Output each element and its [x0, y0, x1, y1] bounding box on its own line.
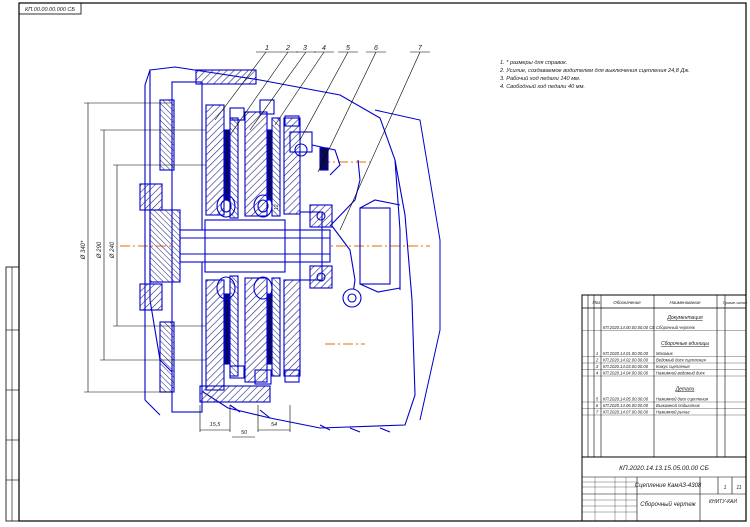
spec-row-name: Нажимной рычаг	[656, 410, 690, 415]
top-stamp: КП.00.00.00.000 СБ	[18, 2, 82, 15]
spec-row-name: Нажимной диск сцепления	[656, 397, 709, 402]
dim-12: 12	[274, 204, 280, 210]
specification-table: Поз. Обозначение Наименование Приме-чани…	[581, 294, 748, 458]
dim-diameter-290: Ø 290	[97, 241, 103, 259]
spec-row-pos: 4	[596, 371, 599, 376]
title-sheets: 11	[736, 485, 741, 491]
spec-row-name: Ведомый диск сцепления	[656, 358, 706, 363]
title-org: КНИТУ-КАИ	[709, 499, 737, 505]
callout-1: 1	[265, 45, 269, 52]
clutch-assembly	[139, 66, 441, 433]
spec-row-pos: 7	[596, 410, 599, 415]
spec-row-designation: КП.2020.14.01.00.00.00	[603, 351, 649, 356]
title-code: КП.2020.14.13.15.05.00.00 СБ	[619, 465, 709, 472]
spec-row-designation: КП.2020.14.07.00.00.00	[603, 410, 649, 415]
note-2: 2. Усилие, создаваемое водителем для вык…	[499, 68, 690, 74]
callout-4: 4	[322, 45, 326, 52]
callout-6: 6	[374, 45, 378, 52]
dim-diameter-240: Ø 240	[110, 241, 116, 259]
spec-row-pos: 6	[596, 403, 599, 408]
spec-header-pos: Поз.	[592, 300, 601, 305]
spec-row-designation: КП.2020.14.00.00.00.00 СБ	[603, 325, 655, 330]
spec-section-title: Детали	[675, 387, 695, 393]
callout-numbers: 1 2 3 4 5 6 7	[265, 45, 423, 52]
spec-row-designation: КП.2020.14.05.00.00.00	[603, 397, 649, 402]
callout-3: 3	[303, 45, 307, 52]
spec-row-pos: 5	[596, 397, 599, 402]
drawing-sheet: КП.00.00.00.000 СБ 1. * размеры для спра…	[5, 2, 748, 522]
spec-row-designation: КП.2020.14.06.00.00.00	[603, 403, 649, 408]
dim-width-50: 50	[241, 430, 248, 436]
spec-row-pos: 1	[596, 351, 598, 356]
spec-row-pos: 2	[595, 358, 599, 363]
spec-row-designation: КП.2020.14.03.00.00.00	[603, 364, 649, 369]
title-name-line2: Сборочный чертеж	[640, 501, 696, 508]
dim-width-54: 54	[271, 422, 277, 428]
title-sheet: 1	[724, 485, 727, 491]
spec-row-name: Сборочный чертеж	[656, 325, 696, 330]
spec-section-title: Документация	[666, 315, 703, 321]
callout-2: 2	[285, 45, 290, 52]
technical-notes: 1. * размеры для справок. 2. Усилие, соз…	[499, 60, 690, 90]
spec-row-designation: КП.2020.14.04.00.00.00	[603, 371, 649, 376]
spec-row-name: Нажимной ведомый диск	[656, 371, 706, 376]
spec-row-name: Кожух сцепления	[656, 364, 690, 369]
dim-diameter-340: Ø 340*	[81, 240, 87, 260]
spec-section-title: Сборочные единицы	[661, 341, 709, 347]
spec-header-designation: Обозначение	[613, 300, 641, 305]
note-3: 3. Рабочий ход педали 140 мм.	[500, 75, 580, 82]
spec-row-designation: КП.2020.14.02.00.00.00	[603, 358, 649, 363]
note-1: 1. * размеры для справок.	[500, 60, 567, 66]
callout-7: 7	[418, 45, 423, 52]
callout-5: 5	[346, 45, 350, 52]
spec-header-name: Наименование	[669, 300, 701, 305]
note-4: 4. Свободный ход педали 40 мм.	[500, 83, 585, 90]
spec-row-name: Маховик	[656, 351, 674, 356]
spec-row-name: Выжимной подшипник	[656, 403, 701, 408]
dim-width-15: 15,5	[210, 422, 222, 428]
stamp-code: КП.00.00.00.000 СБ	[25, 7, 75, 13]
spec-row-pos: 3	[596, 364, 599, 369]
spec-header-note: Приме-чание	[723, 300, 748, 305]
title-name-line1: Сцепление КамАЗ-4308	[635, 483, 702, 489]
